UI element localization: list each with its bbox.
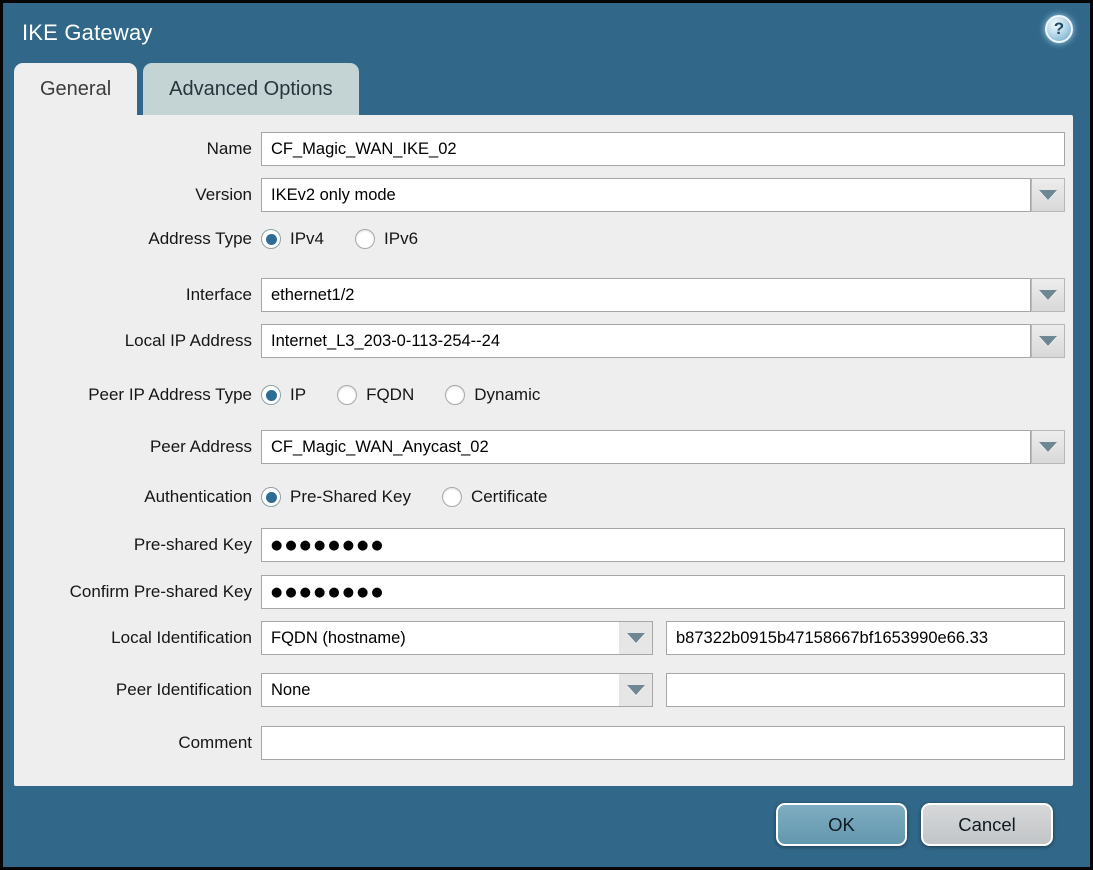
peer-address-row: Peer Address — [14, 430, 1065, 464]
chevron-down-icon — [1039, 336, 1057, 346]
interface-label: Interface — [14, 285, 261, 305]
peer-identification-value-input[interactable] — [666, 673, 1065, 707]
peer-identification-type-value: None — [262, 681, 619, 700]
local-ip-address-input[interactable] — [261, 324, 1031, 358]
chevron-down-icon — [627, 685, 645, 695]
address-type-row: Address Type IPv4 IPv6 — [14, 224, 1065, 254]
name-label: Name — [14, 139, 261, 159]
auth-certificate-radio[interactable]: Certificate — [442, 487, 548, 507]
local-identification-value-input[interactable] — [666, 621, 1065, 655]
version-row: Version — [14, 178, 1065, 212]
peer-identification-type-select[interactable]: None — [261, 673, 653, 707]
comment-label: Comment — [14, 733, 261, 753]
peer-ip-type-fqdn-label: FQDN — [366, 385, 414, 405]
radio-unselected-icon — [337, 385, 357, 405]
tab-advanced-options-label: Advanced Options — [169, 78, 332, 101]
dialog-title: IKE Gateway — [22, 20, 153, 46]
comment-input[interactable] — [261, 726, 1065, 760]
interface-row: Interface — [14, 278, 1065, 312]
peer-ip-type-fqdn-radio[interactable]: FQDN — [337, 385, 414, 405]
confirm-pre-shared-key-label: Confirm Pre-shared Key — [14, 582, 261, 602]
tab-advanced-options[interactable]: Advanced Options — [143, 63, 358, 115]
interface-dropdown-button[interactable] — [1031, 278, 1065, 312]
radio-selected-icon — [261, 385, 281, 405]
authentication-label: Authentication — [14, 487, 261, 507]
dialog-footer: OK Cancel — [3, 786, 1090, 846]
pre-shared-key-input[interactable] — [261, 528, 1065, 562]
name-input[interactable] — [261, 132, 1065, 166]
peer-address-label: Peer Address — [14, 437, 261, 457]
help-icon[interactable]: ? — [1045, 15, 1073, 43]
comment-row: Comment — [14, 726, 1065, 760]
chevron-down-icon — [1039, 190, 1057, 200]
radio-unselected-icon — [445, 385, 465, 405]
confirm-pre-shared-key-input[interactable] — [261, 575, 1065, 609]
tab-bar: General Advanced Options — [14, 63, 1090, 115]
general-tab-panel: Name Version Address Type IPv4 — [14, 115, 1073, 786]
peer-address-input[interactable] — [261, 430, 1031, 464]
pre-shared-key-label: Pre-shared Key — [14, 535, 261, 555]
pre-shared-key-row: Pre-shared Key — [14, 528, 1065, 562]
chevron-down-icon — [627, 633, 645, 643]
local-identification-label: Local Identification — [14, 628, 261, 648]
peer-ip-type-ip-label: IP — [290, 385, 306, 405]
address-type-ipv4-radio[interactable]: IPv4 — [261, 229, 324, 249]
local-identification-dropdown-button[interactable] — [619, 622, 652, 654]
version-label: Version — [14, 185, 261, 205]
tab-general[interactable]: General — [14, 63, 137, 115]
local-identification-type-select[interactable]: FQDN (hostname) — [261, 621, 653, 655]
peer-ip-type-dynamic-label: Dynamic — [474, 385, 540, 405]
confirm-pre-shared-key-row: Confirm Pre-shared Key — [14, 575, 1065, 609]
chevron-down-icon — [1039, 442, 1057, 452]
peer-ip-address-type-row: Peer IP Address Type IP FQDN Dynamic — [14, 380, 1065, 410]
peer-identification-row: Peer Identification None — [14, 673, 1065, 707]
peer-ip-address-type-label: Peer IP Address Type — [14, 385, 261, 405]
local-identification-type-value: FQDN (hostname) — [262, 629, 619, 648]
address-type-label: Address Type — [14, 229, 261, 249]
auth-certificate-label: Certificate — [471, 487, 548, 507]
radio-unselected-icon — [442, 487, 462, 507]
peer-ip-type-ip-radio[interactable]: IP — [261, 385, 306, 405]
radio-selected-icon — [261, 229, 281, 249]
local-ip-address-dropdown-button[interactable] — [1031, 324, 1065, 358]
address-type-ipv6-radio[interactable]: IPv6 — [355, 229, 418, 249]
ok-button[interactable]: OK — [776, 803, 907, 846]
local-ip-address-label: Local IP Address — [14, 331, 261, 351]
version-dropdown-button[interactable] — [1031, 178, 1065, 212]
chevron-down-icon — [1039, 290, 1057, 300]
peer-identification-label: Peer Identification — [14, 680, 261, 700]
radio-unselected-icon — [355, 229, 375, 249]
peer-identification-dropdown-button[interactable] — [619, 674, 652, 706]
dialog-titlebar: IKE Gateway ? — [3, 3, 1090, 63]
auth-pre-shared-key-radio[interactable]: Pre-Shared Key — [261, 487, 411, 507]
peer-ip-type-dynamic-radio[interactable]: Dynamic — [445, 385, 540, 405]
name-row: Name — [14, 132, 1065, 166]
address-type-ipv4-label: IPv4 — [290, 229, 324, 249]
version-input[interactable] — [261, 178, 1031, 212]
radio-selected-icon — [261, 487, 281, 507]
local-ip-address-row: Local IP Address — [14, 324, 1065, 358]
tab-general-label: General — [40, 78, 111, 101]
address-type-ipv6-label: IPv6 — [384, 229, 418, 249]
ike-gateway-dialog: IKE Gateway ? General Advanced Options N… — [0, 0, 1093, 870]
interface-input[interactable] — [261, 278, 1031, 312]
local-identification-row: Local Identification FQDN (hostname) — [14, 621, 1065, 655]
peer-address-dropdown-button[interactable] — [1031, 430, 1065, 464]
auth-pre-shared-key-label: Pre-Shared Key — [290, 487, 411, 507]
authentication-row: Authentication Pre-Shared Key Certificat… — [14, 482, 1065, 512]
cancel-button[interactable]: Cancel — [921, 803, 1053, 846]
